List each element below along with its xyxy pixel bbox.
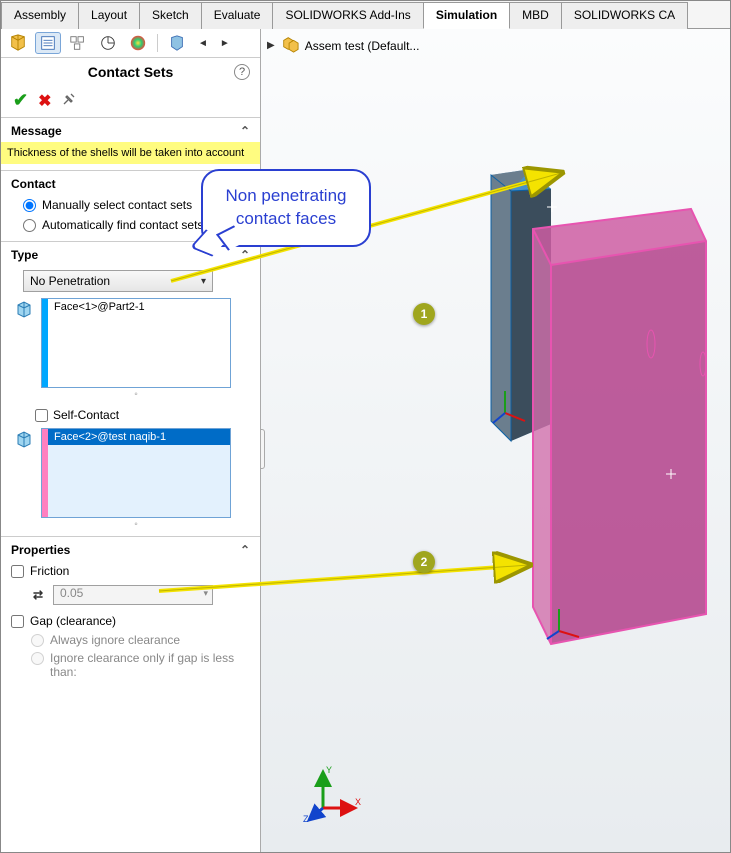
tab-swcam[interactable]: SOLIDWORKS CA bbox=[561, 2, 688, 29]
svg-text:Y: Y bbox=[326, 765, 332, 775]
property-manager: ◄ ► Contact Sets ? ✔ ✖ Message ⌃ Thickne… bbox=[1, 29, 261, 852]
section-type: Type ⌃ No Penetration ▾ Face<1>@Part2-1 … bbox=[1, 241, 260, 536]
panel-title: Contact Sets bbox=[88, 64, 174, 80]
friction-coef-icon: ⇄ bbox=[29, 587, 47, 603]
pin-icon[interactable] bbox=[62, 92, 76, 109]
tab-assembly[interactable]: Assembly bbox=[1, 2, 79, 29]
pm-tab-extra-icon[interactable] bbox=[164, 32, 190, 54]
gap-opt-lessthan[interactable]: Ignore clearance only if gap is less tha… bbox=[11, 649, 250, 681]
collapse-icon[interactable]: ⌃ bbox=[240, 248, 250, 262]
model-3d-view[interactable] bbox=[441, 169, 711, 659]
section-message-label: Message bbox=[11, 124, 62, 138]
face-set-1-item[interactable]: Face<1>@Part2-1 bbox=[42, 299, 230, 315]
section-properties-label: Properties bbox=[11, 543, 70, 557]
cancel-button[interactable]: ✖ bbox=[38, 91, 51, 111]
tab-layout[interactable]: Layout bbox=[78, 2, 140, 29]
self-contact-input[interactable] bbox=[35, 409, 48, 422]
pm-tab-scroll-right-icon[interactable]: ► bbox=[216, 38, 234, 49]
contact-type-value: No Penetration bbox=[30, 274, 110, 288]
gap-opt-always[interactable]: Always ignore clearance bbox=[11, 631, 250, 649]
annotation-callout-text: Non penetrating contact faces bbox=[226, 186, 347, 228]
breadcrumb: ▶ Assem test (Default... bbox=[267, 35, 419, 56]
annotation-callout: Non penetrating contact faces bbox=[201, 169, 371, 247]
section-type-label: Type bbox=[11, 248, 38, 262]
collapse-icon[interactable]: ⌃ bbox=[240, 543, 250, 557]
gap-label: Gap (clearance) bbox=[30, 614, 116, 628]
tab-mbd[interactable]: MBD bbox=[509, 2, 562, 29]
ok-button[interactable]: ✔ bbox=[13, 90, 28, 111]
section-contact-label: Contact bbox=[11, 177, 56, 191]
chevron-down-icon: ▾ bbox=[201, 276, 206, 287]
face-set-2-icon bbox=[13, 428, 35, 450]
self-contact-label: Self-Contact bbox=[53, 408, 119, 422]
tab-simulation[interactable]: Simulation bbox=[423, 2, 510, 29]
face-set-2-list[interactable]: Face<2>@test naqib-1 bbox=[41, 428, 231, 518]
pm-tab-config-icon[interactable] bbox=[65, 32, 91, 54]
gap-opt-lessthan-label: Ignore clearance only if gap is less tha… bbox=[50, 651, 250, 679]
graphics-viewport[interactable]: ▶ Assem test (Default... bbox=[261, 29, 730, 852]
radio-auto-input[interactable] bbox=[23, 219, 36, 232]
assembly-icon bbox=[281, 35, 299, 56]
chevron-down-icon: ▾ bbox=[203, 588, 208, 599]
gap-input-checkbox[interactable] bbox=[11, 615, 24, 628]
friction-input-checkbox[interactable] bbox=[11, 565, 24, 578]
message-body: Thickness of the shells will be taken in… bbox=[1, 142, 260, 164]
svg-text:Z: Z bbox=[303, 814, 309, 824]
gap-opt-always-label: Always ignore clearance bbox=[50, 633, 180, 647]
help-icon[interactable]: ? bbox=[234, 64, 250, 80]
tab-addins[interactable]: SOLIDWORKS Add-Ins bbox=[272, 2, 423, 29]
radio-manual-input[interactable] bbox=[23, 199, 36, 212]
self-contact-checkbox[interactable]: Self-Contact bbox=[11, 400, 250, 428]
section-message: Message ⌃ Thickness of the shells will b… bbox=[1, 117, 260, 170]
face-set-2-item[interactable]: Face<2>@test naqib-1 bbox=[42, 429, 230, 445]
breadcrumb-text[interactable]: Assem test (Default... bbox=[305, 39, 420, 53]
ribbon-tabbar: Assembly Layout Sketch Evaluate SOLIDWOR… bbox=[1, 1, 730, 29]
svg-text:X: X bbox=[355, 797, 361, 807]
pm-tab-feature-tree-icon[interactable] bbox=[5, 32, 31, 54]
collapse-icon[interactable]: ⌃ bbox=[240, 124, 250, 138]
annotation-badge-2: 2 bbox=[413, 551, 435, 573]
gap-checkbox[interactable]: Gap (clearance) bbox=[11, 611, 250, 631]
face-set-1-list[interactable]: Face<1>@Part2-1 bbox=[41, 298, 231, 388]
split-handle[interactable] bbox=[261, 429, 265, 469]
face-set-1-icon bbox=[13, 298, 35, 320]
pm-tab-property-manager-icon[interactable] bbox=[35, 32, 61, 54]
friction-value-field[interactable]: 0.05 ▾ bbox=[53, 585, 213, 605]
pm-toolbar: ◄ ► bbox=[1, 29, 260, 58]
pm-tab-appearance-icon[interactable] bbox=[125, 32, 151, 54]
gap-opt-lessthan-radio bbox=[31, 652, 44, 665]
section-properties: Properties ⌃ Friction ⇄ 0.05 ▾ Gap (clea… bbox=[1, 536, 260, 687]
resize-handle-icon[interactable]: ◦ bbox=[41, 519, 231, 530]
radio-manual-label: Manually select contact sets bbox=[42, 198, 192, 212]
friction-checkbox[interactable]: Friction bbox=[11, 561, 250, 581]
gap-opt-always-radio bbox=[31, 634, 44, 647]
tab-evaluate[interactable]: Evaluate bbox=[201, 2, 274, 29]
pm-tab-scroll-left-icon[interactable]: ◄ bbox=[194, 38, 212, 49]
resize-handle-icon[interactable]: ◦ bbox=[41, 389, 231, 400]
body-test-naqib[interactable] bbox=[533, 202, 706, 644]
friction-label: Friction bbox=[30, 564, 69, 578]
orientation-triad[interactable]: Y X Z bbox=[301, 764, 361, 824]
pm-tab-dim-icon[interactable] bbox=[95, 32, 121, 54]
breadcrumb-expand-icon[interactable]: ▶ bbox=[267, 40, 275, 51]
annotation-badge-1: 1 bbox=[413, 303, 435, 325]
pm-action-row: ✔ ✖ bbox=[1, 88, 260, 117]
radio-auto-label: Automatically find contact sets bbox=[42, 218, 203, 232]
friction-value-text: 0.05 bbox=[60, 586, 83, 600]
contact-type-dropdown[interactable]: No Penetration ▾ bbox=[23, 270, 213, 292]
tab-sketch[interactable]: Sketch bbox=[139, 2, 202, 29]
